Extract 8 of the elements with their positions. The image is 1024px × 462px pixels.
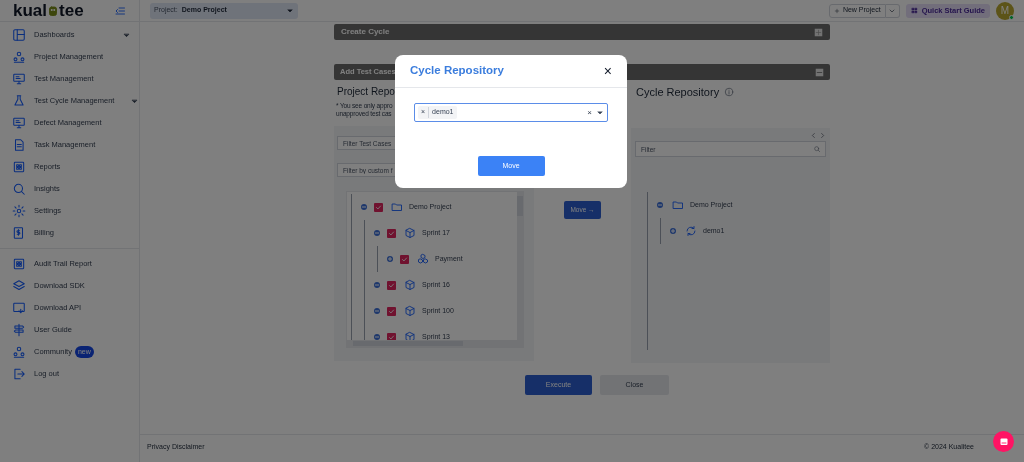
logo-text: tee: [59, 0, 84, 22]
panel-heading: Cycle Repository: [636, 84, 720, 100]
section-title: Create Cycle: [341, 26, 390, 38]
panel-heading: Project Repo: [337, 85, 395, 99]
clear-button[interactable]: ×: [587, 106, 592, 119]
modal-title: Cycle Repository: [410, 63, 504, 79]
close-button[interactable]: ×: [603, 64, 612, 78]
logo-text: kual: [13, 0, 48, 22]
